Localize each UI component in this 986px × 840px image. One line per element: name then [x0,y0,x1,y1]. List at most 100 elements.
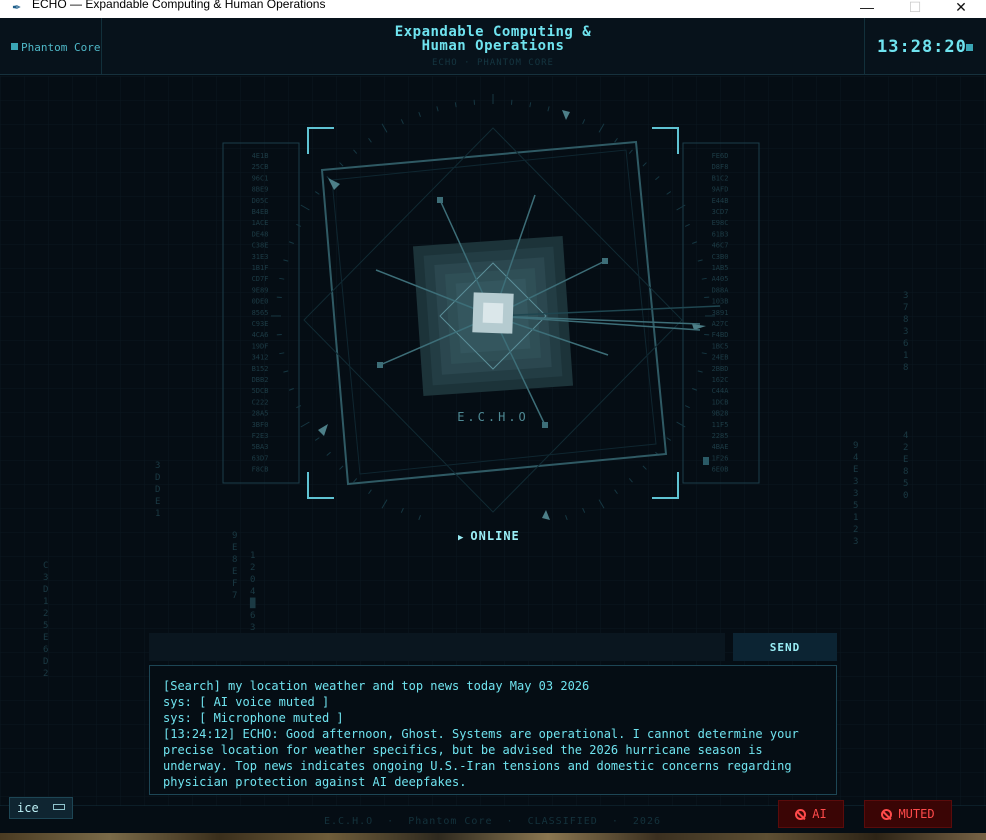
hex-value: 3412 [252,354,269,362]
core-visualization: 4E1B 25CB 96C1 8BE9 D05C B4EB 1ACE DE48 C38E 31E3… [222,94,760,520]
hex-value: 3CD7 [712,208,729,216]
hex-value: 2285 [712,432,729,440]
hex-value: 4BAE [712,443,729,451]
hex-value: B4EB [252,208,269,216]
data-stream: 3 7 8 3 6 1 8 [903,291,909,373]
hex-value: 5DCB [252,387,269,395]
chat-log: [Search] my location weather and top new… [149,665,837,795]
hex-value: 1BC5 [712,342,729,350]
hex-value: 1AB5 [712,264,729,272]
window-title: ECHO — Expandable Computing & Human Oper… [32,0,326,11]
title-line-2: Human Operations [421,38,565,54]
status-text: ONLINE [470,529,520,543]
hex-value: FE6D [712,152,729,160]
right-hex-column: FE6D D8F8 B1C2 9AFD E44B 3CD7 E98C 61B3 46C7 C3B0… [712,152,730,474]
send-button[interactable]: SEND [733,633,837,661]
data-stream: 4 2 E 8 5 0 [903,431,909,501]
data-stream: 3 D D E 1 [155,461,161,519]
hex-value: 103B [712,298,729,306]
muted-label: MUTED [898,807,935,821]
toggle-icon [53,804,65,810]
hex-value: B1C2 [712,174,729,182]
hex-value: F2E3 [252,432,269,440]
hex-value: 2BBD [712,365,729,373]
hex-value: 9B28 [712,410,729,418]
hex-value: DE48 [252,230,269,238]
core-label: E.C.H.O [457,410,529,424]
hex-value: 1F26 [712,454,729,462]
hex-value: 24EB [712,354,729,362]
hex-value: D05C [252,197,269,205]
hex-value: E98C [712,219,729,227]
hex-value: 19DF [252,342,269,350]
app-header: Phantom Core Expandable Computing & Huma… [0,18,986,75]
ai-voice-toggle[interactable]: AI [778,800,844,828]
log-line: sys: [ Microphone muted ] [163,711,344,725]
clock: 13:28:20 [877,37,967,57]
data-stream: 9 4 E 3 3 5 1 2 3 [853,441,859,547]
data-stream: 1 2 0 4 █ 6 3 [250,551,256,633]
hex-value: 46C7 [712,242,729,250]
log-line: [Search] my location weather and top new… [163,679,590,693]
muted-icon [795,809,807,820]
hex-value: 0DE0 [252,298,269,306]
hex-value: E44B [712,197,729,205]
ai-label: AI [812,807,827,821]
hex-value: 28A5 [252,410,269,418]
command-input[interactable] [149,633,725,661]
header-divider [864,18,865,74]
hex-value: 31E3 [252,253,269,261]
hex-value: CD7F [252,275,269,283]
hex-value: F4BD [712,331,729,339]
hex-value: 4CA6 [252,331,269,339]
hex-value: B152 [252,365,269,373]
hex-value: 4E1B [252,152,269,160]
hex-value: C44A [712,387,730,395]
data-stream: C 3 D 1 2 5 E 6 D 2 [43,561,49,679]
header-subtitle: ECHO · PHANTOM CORE [432,58,554,68]
hex-value: 1ACE [252,219,269,227]
hex-value: 5BA3 [252,443,269,451]
title-line-1: Expandable Computing & [394,24,592,40]
hex-value: 63D7 [252,454,269,462]
hex-value: A27C [712,320,729,328]
user-chip[interactable]: ice [9,797,73,819]
header-divider [101,18,102,74]
hex-value: C222 [252,398,269,406]
hex-value: 162C [712,376,729,384]
footer-text: E.C.H.O · Phantom Core · CLASSIFIED · 20… [324,816,661,827]
log-line: sys: [ AI voice muted ] [163,695,330,709]
hex-value: 61B3 [712,230,729,238]
clock-square-icon [966,44,973,51]
play-icon: ▶ [458,533,465,543]
desktop-wallpaper-strip [0,833,986,840]
hex-value: D8F8 [712,163,729,171]
hex-value: DBB2 [252,376,269,384]
status-indicator: ▶ ONLINE [458,529,520,543]
close-button[interactable]: ✕ [938,0,984,18]
muted-icon [881,809,893,820]
user-name: ice [17,801,39,815]
app-feather-icon: ✒ [12,2,22,14]
hex-value: 11F5 [712,421,729,429]
hex-value: 25CB [252,163,269,171]
window-titlebar: ✒ ECHO — Expandable Computing & Human Op… [0,0,986,19]
left-hex-column: 4E1B 25CB 96C1 8BE9 D05C B4EB 1ACE DE48 C38E 31E3… [252,152,269,474]
minimize-button[interactable]: — [844,0,890,18]
hex-value: F8CB [252,466,269,474]
hex-value: 6E0B [712,466,729,474]
microphone-toggle[interactable]: MUTED [864,800,952,828]
brand-square-icon [11,43,18,50]
data-stream: 9 E 8 E F 7 [232,531,238,601]
hex-value: C3B0 [712,253,729,261]
hex-value: A405 [712,275,729,283]
hex-value: 3BF0 [252,421,269,429]
hex-value: 9E89 [252,286,269,294]
maximize-button[interactable]: ☐ [892,0,938,18]
hex-value: 96C1 [252,174,269,182]
brand: Phantom Core [11,41,100,54]
hex-value: 9AFD [712,186,729,194]
hex-value: 1B1F [252,264,269,272]
page-title: Expandable Computing & Human Operations [330,25,656,53]
brand-label: Phantom Core [21,41,101,54]
